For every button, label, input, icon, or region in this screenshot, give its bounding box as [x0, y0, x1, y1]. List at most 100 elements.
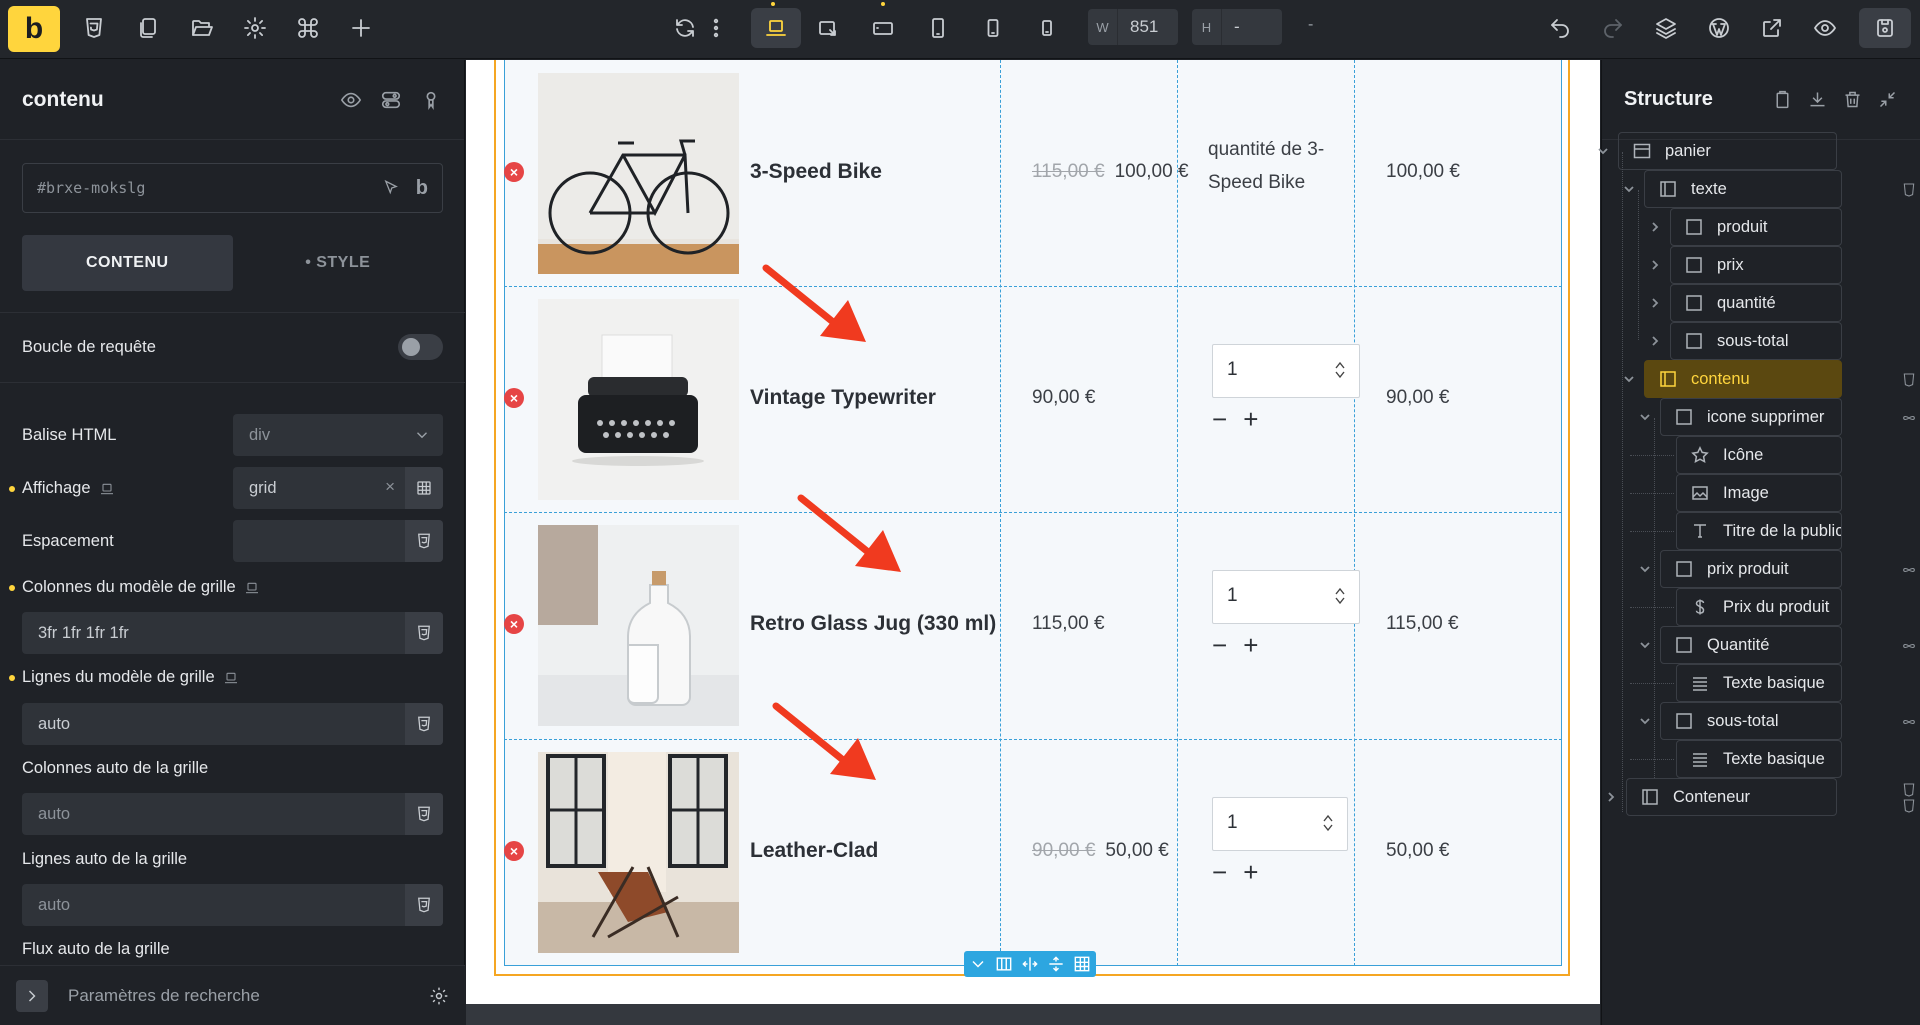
- product-title[interactable]: 3-Speed Bike: [750, 160, 882, 184]
- bricks-icon[interactable]: b: [416, 177, 428, 200]
- product-title[interactable]: Vintage Typewriter: [750, 386, 936, 410]
- redo-button[interactable]: [1591, 8, 1635, 48]
- structure-node[interactable]: contenu: [1644, 360, 1842, 398]
- css-variables-button[interactable]: [405, 703, 443, 745]
- decrement-button[interactable]: −: [1212, 857, 1227, 888]
- collapse-icon[interactable]: [1877, 89, 1898, 110]
- structure-node[interactable]: Prix du produit: [1676, 588, 1842, 626]
- css3-button[interactable]: [72, 8, 116, 48]
- clear-icon[interactable]: ×: [385, 477, 395, 497]
- remove-item-icon[interactable]: ×: [504, 841, 524, 861]
- pages-button[interactable]: [126, 8, 170, 48]
- decrement-button[interactable]: −: [1212, 404, 1227, 435]
- structure-node[interactable]: texte: [1644, 170, 1842, 208]
- chevron-down-icon[interactable]: [968, 954, 988, 974]
- grid-layout-button[interactable]: [405, 467, 443, 509]
- search-settings-input[interactable]: Paramètres de recherche: [68, 986, 429, 1006]
- css-variables-button[interactable]: [405, 612, 443, 654]
- tab-style[interactable]: • STYLE: [233, 235, 444, 291]
- chevron-down-icon[interactable]: [1638, 638, 1652, 652]
- layers-button[interactable]: [1644, 8, 1688, 48]
- structure-node[interactable]: Texte basique: [1676, 740, 1842, 778]
- height-field[interactable]: H -: [1192, 9, 1282, 45]
- breakpoint-mobile-portrait-button[interactable]: [1025, 8, 1069, 48]
- structure-node[interactable]: prix produit: [1660, 550, 1842, 588]
- settings-button[interactable]: [233, 8, 277, 48]
- css-variables-button[interactable]: [405, 884, 443, 926]
- structure-node[interactable]: produit: [1670, 208, 1842, 246]
- increment-button[interactable]: +: [1243, 404, 1258, 435]
- structure-node[interactable]: panier: [1618, 132, 1837, 170]
- open-external-button[interactable]: [1750, 8, 1794, 48]
- structure-node[interactable]: sous-total: [1660, 702, 1842, 740]
- clipboard-icon[interactable]: [1772, 89, 1793, 110]
- display-field[interactable]: grid ×: [233, 467, 443, 509]
- more-breakpoints-button[interactable]: [704, 8, 728, 48]
- wordpress-button[interactable]: [1697, 8, 1741, 48]
- gap-field[interactable]: [233, 520, 443, 562]
- chevron-right-icon[interactable]: [1648, 334, 1662, 348]
- add-element-button[interactable]: [339, 8, 383, 48]
- structure-node[interactable]: Image: [1676, 474, 1842, 512]
- quantity-input[interactable]: 1: [1212, 344, 1360, 398]
- chevron-right-icon[interactable]: [1604, 790, 1618, 804]
- css-variables-button[interactable]: [405, 520, 443, 562]
- chevron-right-icon[interactable]: [1648, 220, 1662, 234]
- templates-button[interactable]: [180, 8, 224, 48]
- product-title[interactable]: Retro Glass Jug (330 ml): [750, 612, 996, 636]
- save-button[interactable]: [1859, 8, 1911, 48]
- breakpoint-mobile-landscape-button[interactable]: [971, 8, 1015, 48]
- command-palette-button[interactable]: [286, 8, 330, 48]
- structure-node[interactable]: Texte basique: [1676, 664, 1842, 702]
- trash-icon[interactable]: [1842, 89, 1863, 110]
- structure-node[interactable]: Quantité: [1660, 626, 1842, 664]
- structure-node[interactable]: prix: [1670, 246, 1842, 284]
- chevron-down-icon[interactable]: [1622, 182, 1636, 196]
- auto-columns-field[interactable]: auto: [22, 793, 443, 835]
- structure-node[interactable]: sous-total: [1670, 322, 1842, 360]
- width-field[interactable]: W 851: [1088, 9, 1178, 45]
- accessibility-icon[interactable]: [420, 89, 442, 111]
- structure-node[interactable]: icone supprimer: [1660, 398, 1842, 436]
- preview-button[interactable]: [1803, 8, 1847, 48]
- width-value[interactable]: 851: [1118, 17, 1170, 37]
- eye-icon[interactable]: [340, 89, 362, 111]
- tab-content[interactable]: CONTENU: [22, 235, 233, 291]
- breakpoint-tablet-landscape-button[interactable]: [806, 8, 850, 48]
- expand-button[interactable]: [16, 979, 48, 1012]
- columns-icon[interactable]: [994, 954, 1014, 974]
- structure-node[interactable]: Titre de la publication: [1676, 512, 1842, 550]
- download-icon[interactable]: [1807, 89, 1828, 110]
- increment-button[interactable]: +: [1243, 630, 1258, 661]
- remove-item-icon[interactable]: ×: [504, 162, 524, 182]
- auto-rows-field[interactable]: auto: [22, 884, 443, 926]
- refresh-button[interactable]: [663, 8, 707, 48]
- chevron-down-icon[interactable]: [1638, 562, 1652, 576]
- breakpoint-laptop-button[interactable]: [751, 8, 801, 48]
- toggle-states-icon[interactable]: [380, 89, 402, 111]
- structure-node[interactable]: Icône: [1676, 436, 1842, 474]
- row-gap-icon[interactable]: [1046, 954, 1066, 974]
- remove-item-icon[interactable]: ×: [504, 614, 524, 634]
- chevron-right-icon[interactable]: [1648, 258, 1662, 272]
- decrement-button[interactable]: −: [1212, 630, 1227, 661]
- gear-icon[interactable]: [429, 986, 449, 1006]
- query-loop-toggle[interactable]: [398, 334, 443, 360]
- chevron-down-icon[interactable]: [1596, 144, 1610, 158]
- chevron-down-icon[interactable]: [1622, 372, 1636, 386]
- breakpoint-tablet-wide-button[interactable]: [861, 8, 905, 48]
- element-id-field[interactable]: #brxe-mokslg b: [22, 163, 443, 213]
- cursor-icon[interactable]: [382, 179, 400, 197]
- height-value[interactable]: -: [1222, 17, 1252, 37]
- chevron-down-icon[interactable]: [1638, 410, 1652, 424]
- product-title[interactable]: Leather-Clad: [750, 839, 878, 863]
- structure-node[interactable]: quantité: [1670, 284, 1842, 322]
- quantity-input[interactable]: 1: [1212, 797, 1348, 851]
- increment-button[interactable]: +: [1243, 857, 1258, 888]
- undo-button[interactable]: [1538, 8, 1582, 48]
- quantity-input[interactable]: 1: [1212, 570, 1360, 624]
- html-tag-select[interactable]: div: [233, 414, 443, 456]
- app-logo[interactable]: b: [8, 6, 60, 52]
- chevron-right-icon[interactable]: [1648, 296, 1662, 310]
- remove-item-icon[interactable]: ×: [504, 388, 524, 408]
